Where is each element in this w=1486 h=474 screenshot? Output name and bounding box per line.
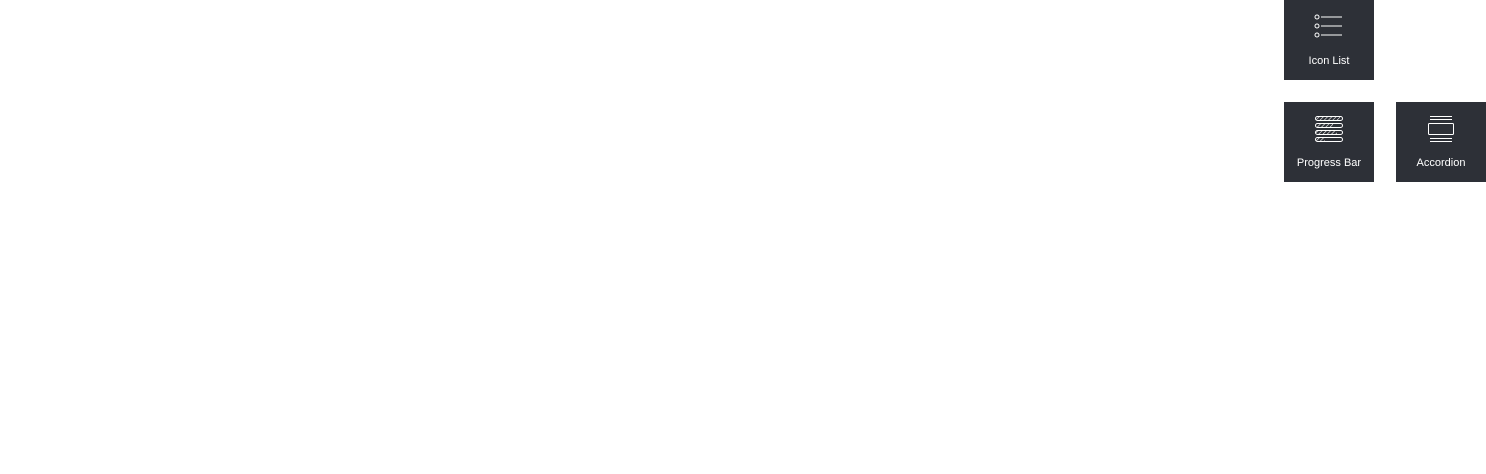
progress-bar-icon xyxy=(1284,112,1374,146)
widget-label-progress-bar: Progress Bar xyxy=(1296,157,1362,169)
accordion-icon xyxy=(1396,112,1486,146)
widget-icon-list[interactable]: Icon List xyxy=(1284,0,1374,80)
widget-progress-bar[interactable]: Progress Bar xyxy=(1284,102,1374,182)
widget-label-icon-list: Icon List xyxy=(1308,55,1350,67)
icon-list-icon xyxy=(1284,8,1374,42)
widget-label-accordion: Accordion xyxy=(1416,157,1466,169)
widget-accordion[interactable]: Accordion xyxy=(1396,102,1486,182)
